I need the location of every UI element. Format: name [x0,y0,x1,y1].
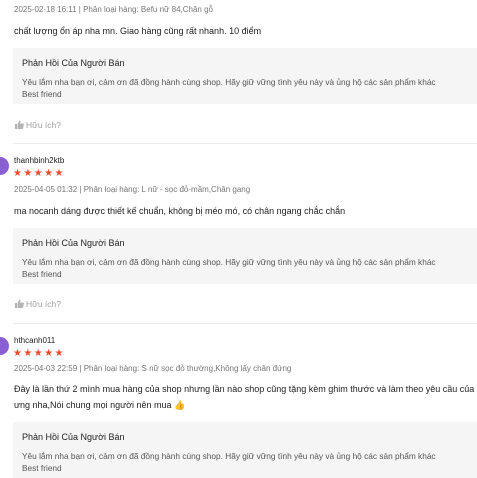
review-meta: 2025-02-18 16:11 | Phân loại hàng: Befu … [14,5,213,14]
content-line: Đây là lần thứ 2 mình mua hàng của shop … [14,384,475,394]
seller-reply: Phản Hồi Của Người Bán Yêu lắm nha bạn ơ… [13,228,477,284]
review-divider [13,143,477,144]
helpful-label: Hữu ích? [26,120,61,130]
avatar[interactable] [0,157,9,175]
reply-title: Phản Hồi Của Người Bán [22,238,125,248]
review-meta: 2025-04-05 01:32 | Phân loại hàng: L nữ … [14,185,251,194]
reply-title: Phản Hồi Của Người Bán [22,58,125,68]
thumbs-up-icon [15,299,24,308]
content-line: ưng nha,Nói chung mọi người nên mua 👍 [14,397,477,413]
seller-reply: Phản Hồi Của Người Bán Yêu lắm nha bạn ơ… [13,48,477,104]
helpful-button[interactable]: Hữu ích? [14,299,61,309]
helpful-button[interactable]: Hữu ích? [14,120,61,130]
review-content: chất lượng ổn áp nha mn. Giao hàng cũng … [14,26,262,36]
reviewer-name: thanhbinh2ktb [14,156,65,165]
rating-stars: ★★★★★ [13,168,65,179]
reply-body: Yêu lắm nha bạn ơi, cảm ơn đã đồng hành … [22,256,436,280]
review-content: ma nocanh dáng được thiết kế chuẩn, khôn… [14,206,346,216]
reply-title: Phản Hồi Của Người Bán [22,432,125,442]
helpful-label: Hữu ích? [26,299,61,309]
reply-line: Best friend [22,89,62,99]
reply-line: Best friend [22,463,62,473]
thumbs-up-icon [15,120,24,129]
rating-stars: ★★★★★ [13,348,65,359]
reply-body: Yêu lắm nha bạn ơi, cảm ơn đã đồng hành … [22,450,436,474]
review-divider [13,323,477,324]
reply-line: Best friend [22,269,62,279]
content-line-text: ưng nha,Nói chung mọi người nên mua [14,400,172,410]
review-content: Đây là lần thứ 2 mình mua hàng của shop … [14,381,477,413]
reply-line: Yêu lắm nha bạn ơi, cảm ơn đã đồng hành … [22,257,436,267]
avatar[interactable] [0,337,9,355]
reply-body: Yêu lắm nha bạn ơi, cảm ơn đã đồng hành … [22,76,436,100]
reply-line: Yêu lắm nha bạn ơi, cảm ơn đã đồng hành … [22,77,436,87]
reviewer-name: hthcanh011 [14,336,56,345]
review-meta: 2025-04-03 22:59 | Phân loại hàng: S nữ … [14,364,292,373]
thumbs-up-emoji-icon: 👍 [174,400,186,410]
reply-line: Yêu lắm nha bạn ơi, cảm ơn đã đồng hành … [22,451,436,461]
seller-reply: Phản Hồi Của Người Bán Yêu lắm nha bạn ơ… [13,422,477,478]
